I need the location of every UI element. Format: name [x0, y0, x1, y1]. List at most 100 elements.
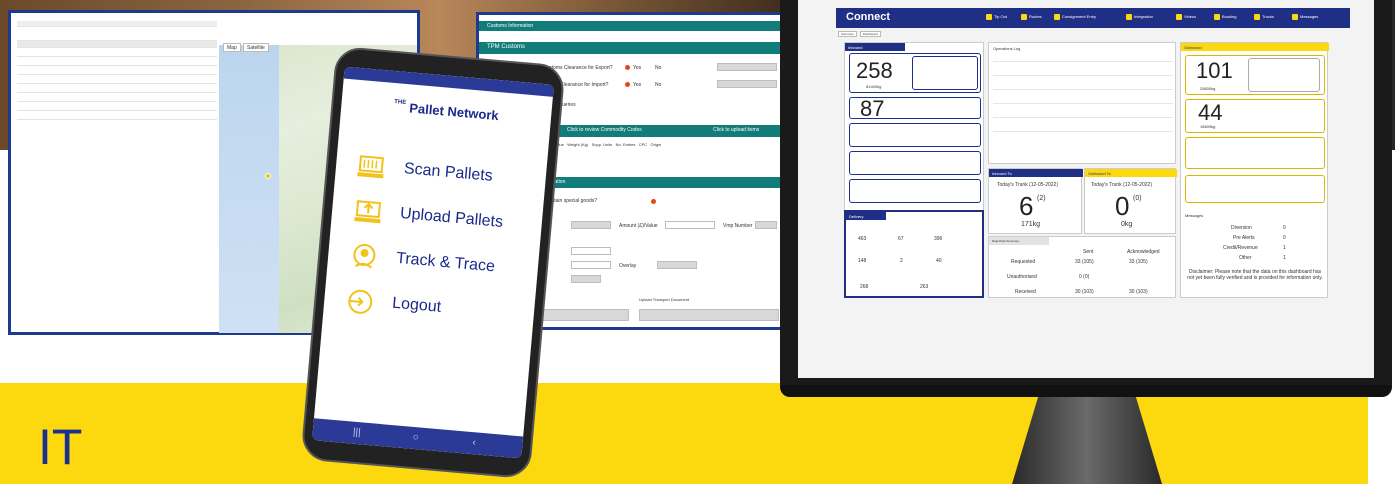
amount-value-input[interactable] — [665, 221, 715, 229]
outbound-second-count: 44 — [1198, 100, 1223, 125]
data-summary-title: Data Data Summary — [989, 237, 1049, 245]
outbound-row-box — [1185, 137, 1325, 169]
disclaimer-text: Disclaimer: Please note that the data on… — [1187, 269, 1323, 281]
row-ack: 33 (105) — [1129, 259, 1148, 265]
messages-icon — [1292, 14, 1298, 20]
inbound-title: Inbound — [845, 43, 905, 51]
import-no-label: No — [655, 82, 662, 88]
nav-routes[interactable]: Routes — [1021, 14, 1042, 20]
map-sea — [219, 45, 279, 333]
dashboard-screen: Connect Tip Out Routes Consignment Entry… — [798, 0, 1374, 378]
upload-box-right[interactable] — [639, 309, 779, 321]
import-yes-radio[interactable] — [625, 82, 630, 87]
delivery-value: 396 — [934, 236, 943, 242]
tab-dashboard[interactable]: Dashboard — [860, 31, 881, 37]
outbound-breakdown — [1248, 58, 1320, 92]
form-input[interactable] — [571, 261, 611, 269]
export-yes-radio[interactable] — [625, 65, 630, 70]
pallet-network-logo: THE Pallet Network — [393, 99, 500, 124]
commodity-codes-button[interactable]: Click to review Commodity Codes — [567, 127, 642, 133]
inbound-to-value: 6 — [1019, 191, 1034, 221]
col-acknowledged: Acknowledged — [1127, 249, 1160, 255]
tab-summary[interactable]: Summary — [838, 31, 857, 37]
nav-booking[interactable]: Booking — [1214, 14, 1236, 20]
nav-trucks[interactable]: Trucks — [1254, 14, 1274, 20]
nav-integration[interactable]: Integration — [1126, 14, 1153, 20]
inbound-row-box — [849, 123, 981, 147]
form-input[interactable] — [571, 247, 611, 255]
outbound-to-panel[interactable]: Outbound To Today's Trunk (12-05-2022) 0… — [1084, 168, 1177, 234]
outbound-main-box[interactable]: 101 25600kg — [1185, 55, 1325, 95]
import-yes-label: Yes — [633, 82, 642, 88]
booking-icon — [1214, 14, 1220, 20]
inbound-count: 258 — [856, 58, 893, 83]
form-select[interactable] — [571, 275, 601, 283]
nav-messages[interactable]: Messages — [1292, 14, 1318, 20]
connect-logo: Connect — [846, 11, 890, 23]
message-value: 0 — [1283, 225, 1286, 231]
upload-items-button[interactable]: Click to upload items — [713, 127, 759, 133]
outbound-to-title: Outbound To — [1085, 169, 1177, 177]
col-sent: Sent — [1083, 249, 1094, 255]
tip-out-icon — [986, 14, 992, 20]
inbound-row-box — [849, 151, 981, 175]
back-icon[interactable]: ‹ — [472, 437, 476, 448]
vmp-number-label: Vmp Number — [723, 223, 753, 229]
overlay-select[interactable] — [657, 261, 697, 269]
phone-screen: THE Pallet Network Scan Pallets Upload P… — [312, 66, 554, 459]
recent-apps-icon[interactable]: ||| — [352, 427, 361, 439]
message-label: Other — [1239, 255, 1252, 261]
row-sent: 30 (103) — [1075, 289, 1094, 295]
videos-icon — [1176, 14, 1182, 20]
row-label: Unauthorised — [1007, 274, 1037, 280]
outbound-second-weight: 15609kg — [1200, 124, 1216, 129]
row-sent: 0 (0) — [1079, 274, 1090, 280]
import-eori-input[interactable] — [717, 80, 777, 88]
vmp-number-input[interactable] — [755, 221, 777, 229]
track-trace-icon — [353, 243, 376, 269]
routes-icon — [1021, 14, 1027, 20]
select-dropdown[interactable] — [571, 221, 611, 229]
row-sent: 33 (105) — [1075, 259, 1094, 265]
delivery-panel: Delivery 463 67 396 148 2 40 268 263 — [844, 210, 984, 298]
phone-mockup: THE Pallet Network Scan Pallets Upload P… — [300, 45, 566, 480]
delivery-value: 148 — [858, 258, 867, 264]
map-tab-satellite[interactable]: Satellite — [243, 43, 269, 52]
outbound-second-box[interactable]: 44 15609kg — [1185, 99, 1325, 133]
inbound-to-title: Inbound To — [989, 169, 1083, 177]
special-goods-radio[interactable] — [651, 199, 656, 204]
nav-consignment[interactable]: Consignment Entry — [1054, 14, 1096, 20]
export-yes-label: Yes — [633, 65, 642, 71]
inbound-weight: 81400kg — [866, 84, 882, 89]
delivery-value: 67 — [898, 236, 904, 242]
home-icon[interactable]: ○ — [412, 432, 419, 443]
delivery-value: 268 — [860, 284, 869, 290]
menu-label-logout: Logout — [391, 294, 442, 316]
inbound-main-box[interactable]: 258 81400kg — [849, 53, 981, 93]
additional-info-bar: tional Information — [519, 177, 783, 188]
message-value: 1 — [1283, 255, 1286, 261]
logout-icon — [348, 289, 373, 314]
operations-log-title: Operations Log — [993, 46, 1021, 51]
nav-videos[interactable]: Videos — [1176, 14, 1196, 20]
operations-log-panel: Operations Log — [988, 42, 1176, 164]
menu-label-scan: Scan Pallets — [403, 160, 494, 185]
map-tab-map[interactable]: Map — [223, 43, 241, 52]
amount-value-label: Amount (£)/Value — [619, 223, 658, 229]
inbound-breakdown — [912, 56, 978, 90]
menu-label-upload: Upload Pallets — [399, 204, 504, 231]
outbound-weight: 25600kg — [1200, 86, 1216, 91]
outbound-to-value: 0 — [1115, 191, 1130, 221]
inbound-to-panel[interactable]: Inbound To Today's Trunk (12-05-2022) 6 … — [988, 168, 1083, 234]
nav-tip-out[interactable]: Tip Out — [986, 14, 1007, 20]
export-eori-input[interactable] — [717, 63, 777, 71]
inbound-second-box[interactable]: 87 — [849, 96, 981, 121]
scan-pallets-icon — [357, 155, 384, 179]
messages-title: Messages — [1185, 213, 1204, 218]
section-tpm-customs: TPM Customs — [479, 42, 783, 54]
banner-composition: Map Satellite Customs Information TPM Cu… — [0, 0, 1395, 484]
map-pin-icon[interactable] — [265, 173, 271, 179]
inbound-to-weight: 171kg — [1021, 221, 1041, 228]
inbound-row-box — [849, 179, 981, 203]
monitor-chin — [780, 385, 1392, 397]
